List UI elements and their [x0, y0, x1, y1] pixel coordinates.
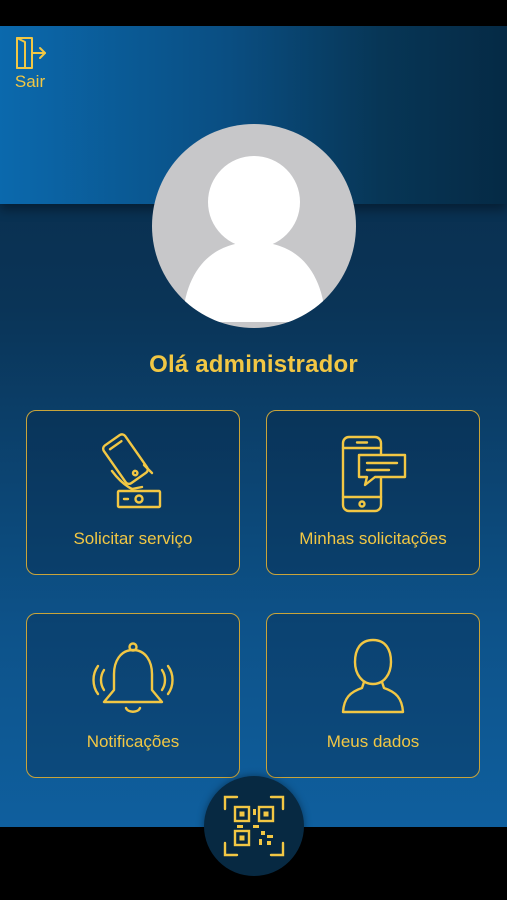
meus-dados-button[interactable]: Meus dados [266, 613, 480, 778]
bell-icon [92, 642, 174, 713]
greeting-text: Olá administrador [149, 351, 358, 378]
tile-label: Notificações [86, 732, 180, 751]
tile-label: Solicitar serviço [73, 529, 193, 548]
logout-door-icon [16, 37, 46, 69]
tile-label: Meus dados [326, 732, 420, 751]
home-screen: Sair Olá administrador Solicitar serviço [0, 26, 507, 827]
qr-code-icon [223, 795, 285, 857]
tile-label: Minhas solicitações [299, 529, 447, 548]
qr-code-button[interactable] [204, 776, 304, 876]
solicitar-servico-button[interactable]: Solicitar serviço [26, 410, 240, 575]
logout-label: Sair [14, 72, 46, 91]
avatar[interactable] [152, 124, 356, 328]
user-avatar-icon [182, 156, 326, 322]
phone-message-icon [341, 435, 407, 513]
hand-phone-icon [101, 433, 162, 509]
notificacoes-button[interactable]: Notificações [26, 613, 240, 778]
status-bar [0, 0, 507, 26]
person-icon [341, 638, 405, 714]
logout-button[interactable]: Sair [8, 36, 52, 92]
minhas-solicitacoes-button[interactable]: Minhas solicitações [266, 410, 480, 575]
